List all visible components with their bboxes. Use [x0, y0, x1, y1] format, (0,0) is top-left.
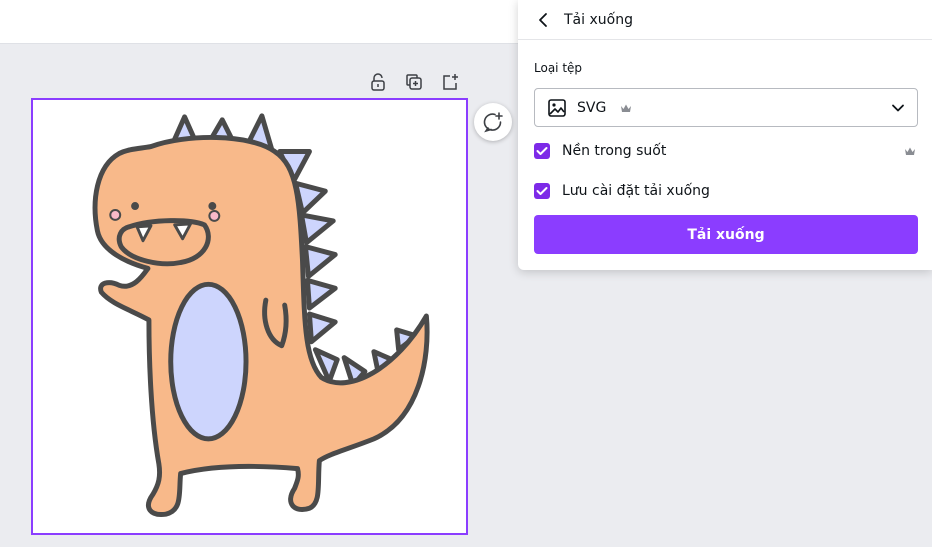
dino-eye — [131, 202, 140, 210]
file-type-label: Loại tệp — [534, 61, 583, 75]
dino-belly — [168, 281, 249, 442]
save-download-settings-option[interactable]: Lưu cài đặt tải xuống — [534, 180, 918, 202]
dino-body — [92, 135, 430, 517]
crown-icon — [620, 103, 632, 113]
transparent-background-label: Nền trong suốt — [562, 143, 667, 159]
dino-mouth — [116, 218, 211, 267]
dinosaur-illustration — [92, 113, 430, 517]
panel-header: Tải xuống — [518, 0, 932, 40]
add-page-button[interactable] — [438, 70, 462, 94]
add-comment-button[interactable] — [474, 103, 512, 141]
download-button[interactable]: Tải xuống — [534, 215, 918, 254]
dino-cheek — [208, 209, 221, 222]
save-download-settings-checkbox[interactable] — [534, 183, 550, 199]
save-download-settings-label: Lưu cài đặt tải xuống — [562, 183, 710, 199]
back-button[interactable] — [532, 9, 554, 31]
file-type-value: SVG — [577, 99, 607, 116]
dino-eye — [208, 202, 217, 210]
download-panel: Tải xuống Loại tệp SVG Nền trong suốt Lư… — [518, 0, 932, 270]
crown-icon — [904, 146, 916, 156]
canvas-toolbar — [366, 70, 462, 94]
panel-title: Tải xuống — [564, 11, 633, 28]
dino-spike — [306, 311, 338, 345]
add-comment-icon — [483, 112, 503, 133]
design-canvas[interactable] — [31, 98, 468, 535]
duplicate-icon — [406, 74, 422, 90]
duplicate-button[interactable] — [402, 70, 426, 94]
transparent-background-option[interactable]: Nền trong suốt — [534, 140, 918, 162]
add-page-icon — [443, 74, 458, 90]
check-icon — [536, 147, 548, 155]
file-type-select[interactable]: SVG — [534, 88, 918, 127]
lock-button[interactable] — [366, 70, 390, 94]
dino-spike — [304, 277, 338, 311]
image-file-icon — [547, 98, 567, 118]
transparent-background-checkbox[interactable] — [534, 143, 550, 159]
dino-spike — [303, 244, 338, 279]
back-chevron-icon — [539, 12, 547, 27]
dino-cheek — [109, 208, 122, 221]
chevron-down-icon — [891, 103, 905, 113]
check-icon — [536, 187, 548, 195]
lock-icon — [371, 73, 385, 91]
dino-spike — [299, 212, 336, 246]
